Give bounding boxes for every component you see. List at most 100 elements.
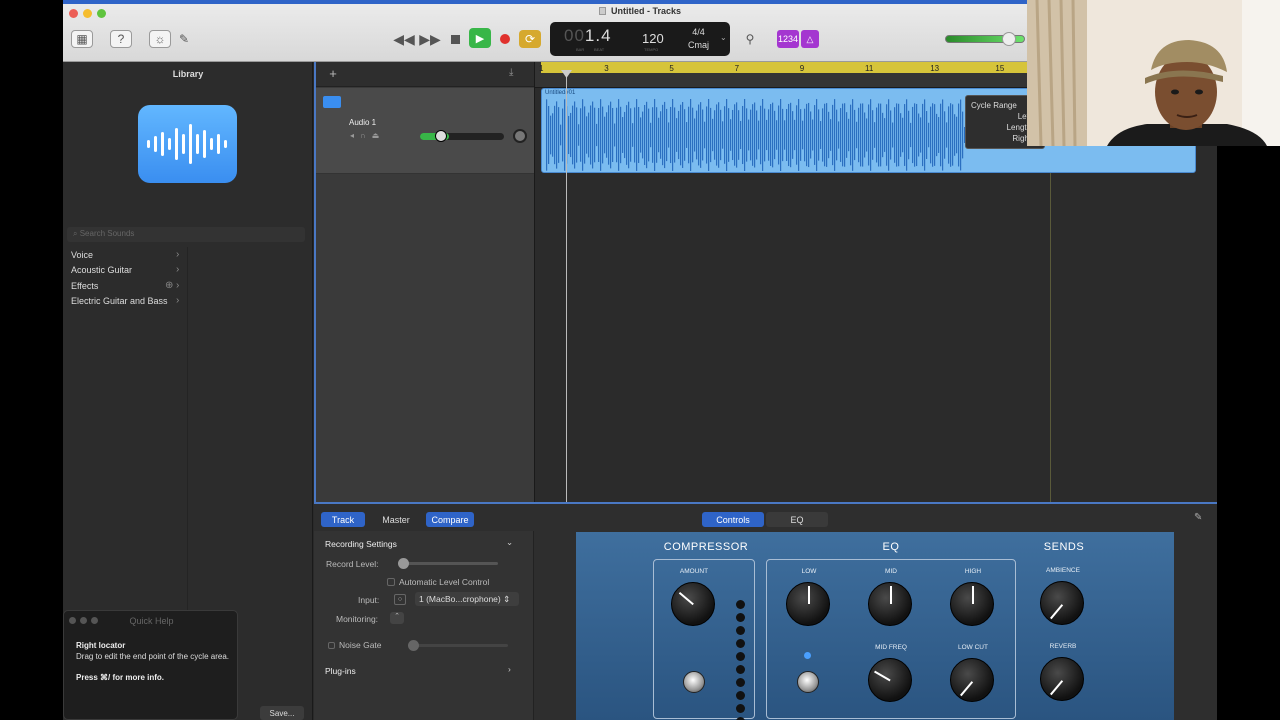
cycle-button[interactable]: ⟳ [519, 30, 541, 48]
low-cut-knob[interactable] [950, 658, 994, 702]
waveform-bar [676, 118, 678, 152]
track-name[interactable]: Audio 1 [349, 118, 376, 127]
library-category-voice[interactable]: Voice [71, 250, 93, 260]
track-row[interactable]: Audio 1 ◂ ∩ ⏏ [316, 88, 536, 174]
master-volume-knob[interactable] [1002, 32, 1016, 46]
waveform-bar [546, 99, 548, 171]
waveform-bar [812, 119, 814, 151]
input-format-icon[interactable]: ○ [394, 594, 406, 605]
waveform-bar [632, 123, 634, 147]
catch-playhead-icon[interactable]: ⤓ [509, 67, 513, 78]
library-category-acoustic-guitar[interactable]: Acoustic Guitar [71, 265, 132, 275]
input-select[interactable]: 1 (MacBo...crophone) ⇕ [415, 592, 519, 606]
stop-button[interactable] [444, 30, 466, 48]
project-end-marker[interactable] [1050, 173, 1051, 502]
high-knob[interactable] [950, 582, 994, 626]
forward-button[interactable]: ▶▶ [419, 30, 441, 48]
tuner-button[interactable]: ⚲ [739, 30, 761, 48]
waveform-bar [562, 108, 564, 162]
rewind-icon: ◀◀ [393, 30, 415, 47]
cycle-icon: ⟳ [524, 32, 536, 46]
inspector-icon[interactable]: ✎ [1194, 512, 1202, 523]
low-cut-label: LOW CUT [958, 644, 988, 651]
waveform-bar [552, 113, 554, 157]
track-pan-knob[interactable] [513, 129, 527, 143]
rewind-button[interactable]: ◀◀ [393, 30, 415, 48]
library-button[interactable]: ▦ [71, 30, 93, 48]
master-volume-slider[interactable] [945, 32, 1025, 46]
search-icon: ⌕ [73, 229, 80, 238]
waveform-bar [554, 105, 556, 165]
waveform-bar [656, 107, 658, 163]
lcd-chevron-down-icon[interactable]: ⌄ [720, 33, 727, 42]
headphones-icon[interactable]: ∩ [360, 131, 366, 140]
editors-button[interactable]: ✎ [173, 30, 195, 48]
track-volume-knob[interactable] [435, 130, 447, 142]
forward-icon: ▶▶ [419, 30, 441, 47]
alc-checkbox[interactable] [387, 578, 395, 586]
monitoring-label: Monitoring: [336, 614, 379, 624]
compare-button[interactable]: Compare [426, 512, 474, 527]
webcam-person-image [1027, 0, 1280, 146]
mid-knob[interactable] [868, 582, 912, 626]
smart-controls-button[interactable]: ☼ [149, 30, 171, 48]
plugins-header[interactable]: Plug-ins [325, 666, 356, 676]
waveform-bar [854, 109, 856, 161]
library-category-electric-guitar-and-bass[interactable]: Electric Guitar and Bass [71, 296, 168, 306]
playhead[interactable] [561, 70, 572, 502]
waveform-bar [816, 99, 818, 171]
waveform-glyph [146, 124, 227, 164]
library-category-effects[interactable]: Effects [71, 281, 98, 291]
waveform-bar [548, 106, 550, 164]
track-volume-slider[interactable] [420, 130, 504, 142]
record-level-knob[interactable] [398, 558, 409, 569]
tab-eq[interactable]: EQ [766, 512, 828, 527]
low-knob[interactable] [786, 582, 830, 626]
waveform-bar [948, 106, 950, 164]
lcd-display[interactable]: 001.4 BAR BEAT 120 TEMPO 4/4 Cmaj ⌄ [550, 22, 730, 56]
mute-icon[interactable]: ◂ [350, 131, 354, 140]
waveform-bar [844, 103, 846, 167]
chevron-down-icon[interactable]: ⌄ [506, 537, 513, 548]
add-circle-icon[interactable]: ⊕ [165, 280, 173, 291]
noise-gate-knob[interactable] [408, 640, 419, 651]
lcd-position-value: 1.4 [584, 26, 612, 45]
mid-freq-knob[interactable] [868, 658, 912, 702]
tab-controls[interactable]: Controls [702, 512, 764, 527]
add-track-button[interactable]: + [325, 66, 341, 82]
waveform-bar [900, 113, 902, 157]
editors-icon: ✎ [178, 32, 190, 46]
noise-gate-slider[interactable] [408, 640, 508, 651]
waveform-bar [832, 104, 834, 166]
waveform-bar [720, 109, 722, 161]
reverb-knob[interactable] [1040, 657, 1084, 701]
record-level-slider[interactable] [398, 558, 498, 569]
quick-help-button[interactable]: ? [110, 30, 132, 48]
waveform-bar [642, 111, 644, 159]
waveform-bar [882, 112, 884, 158]
chevron-right-icon[interactable]: › [508, 664, 511, 674]
eq-toggle[interactable] [797, 671, 819, 693]
noise-gate-checkbox[interactable] [328, 642, 335, 649]
tab-track[interactable]: Track [321, 512, 365, 527]
waveform-bar [688, 106, 690, 164]
ambience-knob[interactable] [1040, 581, 1084, 625]
monitoring-icon[interactable]: ⌃ [390, 612, 404, 624]
search-sounds-field[interactable]: ⌕ Search Sounds [67, 227, 305, 242]
count-in-button[interactable]: 1234 [777, 30, 799, 48]
waveform-bar [802, 120, 804, 150]
waveform-bar [894, 107, 896, 163]
waveform-bar [716, 104, 718, 166]
save-button[interactable]: Save... [260, 706, 304, 720]
play-button[interactable]: ▶ [469, 28, 491, 48]
waveform-bar [748, 119, 750, 151]
recording-settings-header[interactable]: Recording Settings [325, 539, 397, 549]
waveform-bar [578, 124, 580, 146]
record-button[interactable] [494, 30, 516, 48]
amount-knob[interactable] [671, 582, 715, 626]
ruler-number: 15 [995, 64, 1005, 73]
tab-master[interactable]: Master [374, 512, 418, 527]
record-enable-icon[interactable]: ⏏ [372, 131, 380, 140]
metronome-button[interactable]: △ [801, 30, 819, 48]
compressor-toggle[interactable] [683, 671, 705, 693]
